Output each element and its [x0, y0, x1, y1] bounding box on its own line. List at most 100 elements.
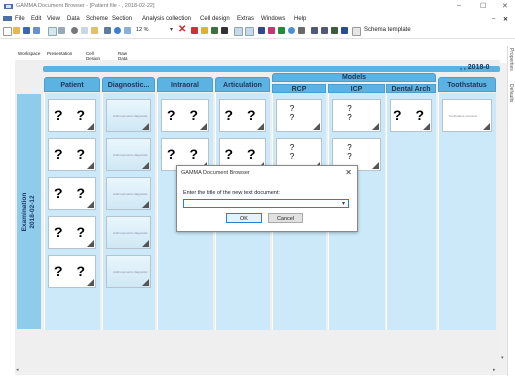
resize-corner-icon[interactable] — [87, 240, 94, 247]
image-icon[interactable] — [211, 27, 218, 34]
resize-corner-icon[interactable] — [423, 123, 430, 130]
layout-icon[interactable] — [234, 27, 243, 36]
menu-edit[interactable]: Edit — [31, 16, 41, 22]
defaults-tab[interactable]: Defaults — [508, 84, 514, 114]
resize-corner-icon[interactable] — [142, 201, 149, 208]
dialog-close-button[interactable]: ✕ — [345, 168, 352, 177]
document-menu-icon[interactable] — [3, 15, 12, 22]
columns-icon[interactable] — [321, 27, 328, 34]
cell-diagnostic-5[interactable]: Anthropometric diagnostic — [106, 255, 151, 288]
save-icon[interactable] — [23, 27, 30, 34]
zoom-dropdown-icon[interactable]: ▾ — [170, 26, 173, 33]
word-icon[interactable] — [341, 27, 348, 34]
tooth-icon[interactable] — [298, 27, 305, 34]
cell-patient-1[interactable]: ? ? — [48, 99, 96, 132]
column-header-icp[interactable]: ICP — [328, 84, 385, 93]
resize-corner-icon[interactable] — [372, 162, 379, 169]
tab-presentation[interactable]: Presentation — [47, 51, 72, 56]
menu-help[interactable]: Help — [294, 16, 306, 22]
scroll-down-icon[interactable]: ▾ — [501, 355, 504, 361]
column-header-diagnostic[interactable]: Diagnostic... — [102, 77, 155, 92]
column-header-toothstatus[interactable]: Toothstatus — [438, 77, 496, 92]
properties-tab[interactable]: Properties — [508, 48, 514, 78]
cut-icon[interactable] — [71, 27, 78, 34]
cell-articulation-1[interactable]: ? ? — [219, 99, 266, 132]
save-all-icon[interactable] — [33, 27, 40, 34]
resize-corner-icon[interactable] — [483, 123, 490, 130]
resize-corner-icon[interactable] — [313, 123, 320, 130]
scheme-template-label[interactable]: Schema template — [364, 27, 411, 33]
resize-corner-icon[interactable] — [142, 162, 149, 169]
maximize-button[interactable]: ☐ — [480, 2, 486, 10]
print-icon[interactable] — [58, 27, 65, 34]
input-dropdown-icon[interactable]: ▾ — [342, 200, 345, 207]
menu-cell-design[interactable]: Cell design — [200, 16, 230, 22]
cell-diagnostic-2[interactable]: Anthropometric diagnostic — [106, 138, 151, 171]
scroll-right-icon[interactable]: ▸ — [493, 367, 496, 373]
cell-patient-3[interactable]: ? ? — [48, 177, 96, 210]
resize-corner-icon[interactable] — [87, 123, 94, 130]
delete-icon[interactable]: ✕ — [178, 24, 186, 35]
zoom-icon[interactable] — [124, 27, 131, 34]
column-header-dental-arch[interactable]: Dental Arch — [386, 84, 436, 93]
cancel-button[interactable]: Cancel — [268, 213, 303, 223]
close-button[interactable]: ✕ — [502, 2, 508, 10]
column-header-rcp[interactable]: RCP — [272, 84, 326, 93]
vertical-scrollbar[interactable]: ▾ — [500, 63, 507, 375]
resize-corner-icon[interactable] — [200, 123, 207, 130]
cell-icp-1[interactable]: ? ? — [332, 99, 381, 132]
resize-corner-icon[interactable] — [142, 240, 149, 247]
horizontal-scrollbar[interactable]: ◂ ▸ — [15, 367, 500, 374]
minimize-button[interactable]: – — [457, 2, 461, 9]
models-group-header[interactable]: Models — [272, 73, 436, 82]
copy-icon[interactable] — [81, 27, 88, 34]
menu-section[interactable]: Section — [112, 16, 132, 22]
chart-icon[interactable] — [191, 27, 198, 34]
mdi-minimize-button[interactable]: – — [492, 16, 495, 22]
print-preview-icon[interactable] — [48, 27, 57, 36]
paste-icon[interactable] — [91, 27, 98, 34]
photo-icon[interactable] — [331, 27, 338, 34]
column-header-intraoral[interactable]: Intraoral — [157, 77, 213, 92]
model-icon[interactable] — [278, 27, 285, 34]
ruler-icon[interactable] — [258, 27, 265, 34]
cell-diagnostic-3[interactable]: Anthropometric diagnostic — [106, 177, 151, 210]
cell-patient-5[interactable]: ? ? — [48, 255, 96, 288]
cell-patient-2[interactable]: ? ? — [48, 138, 96, 171]
zoom-value[interactable]: 12 % — [136, 27, 149, 33]
table-icon[interactable] — [311, 27, 318, 34]
menu-file[interactable]: File — [15, 16, 25, 22]
cell-intraoral-1[interactable]: ? ? — [161, 99, 209, 132]
resize-corner-icon[interactable] — [257, 123, 264, 130]
mdi-close-button[interactable]: ✕ — [503, 16, 508, 23]
column-header-articulation[interactable]: Articulation — [215, 77, 270, 92]
screen-icon[interactable] — [104, 27, 111, 34]
resize-corner-icon[interactable] — [87, 162, 94, 169]
menu-scheme[interactable]: Scheme — [86, 16, 108, 22]
menu-view[interactable]: View — [47, 16, 60, 22]
resize-corner-icon[interactable] — [142, 123, 149, 130]
template-icon[interactable] — [352, 27, 361, 36]
grid-icon[interactable] — [245, 27, 254, 36]
resize-corner-icon[interactable] — [87, 279, 94, 286]
tab-workspace[interactable]: Workspace — [18, 51, 40, 56]
cell-diagnostic-1[interactable]: Anthropometric diagnostic — [106, 99, 151, 132]
resize-corner-icon[interactable] — [142, 279, 149, 286]
cell-patient-4[interactable]: ? ? — [48, 216, 96, 249]
ok-button[interactable]: OK — [226, 213, 262, 223]
menu-data[interactable]: Data — [67, 16, 80, 22]
column-header-patient[interactable]: Patient — [44, 77, 100, 92]
pencil-icon[interactable] — [201, 27, 208, 34]
menu-analysis-collection[interactable]: Analysis collection — [142, 16, 191, 22]
open-folder-icon[interactable] — [13, 27, 20, 34]
cell-dental-arch-1[interactable]: ? ? — [390, 99, 432, 132]
document-title-input[interactable]: ▾ — [183, 199, 349, 208]
cell-diagnostic-4[interactable]: Anthropometric diagnostic — [106, 216, 151, 249]
menu-extras[interactable]: Extras — [237, 16, 254, 22]
new-document-icon[interactable] — [3, 27, 12, 36]
row-header[interactable]: Examination 2018-02-12 — [17, 94, 41, 329]
resize-corner-icon[interactable] — [372, 123, 379, 130]
menu-windows[interactable]: Windows — [261, 16, 285, 22]
cell-rcp-1[interactable]: ? ? — [276, 99, 322, 132]
info-icon[interactable] — [114, 27, 121, 34]
